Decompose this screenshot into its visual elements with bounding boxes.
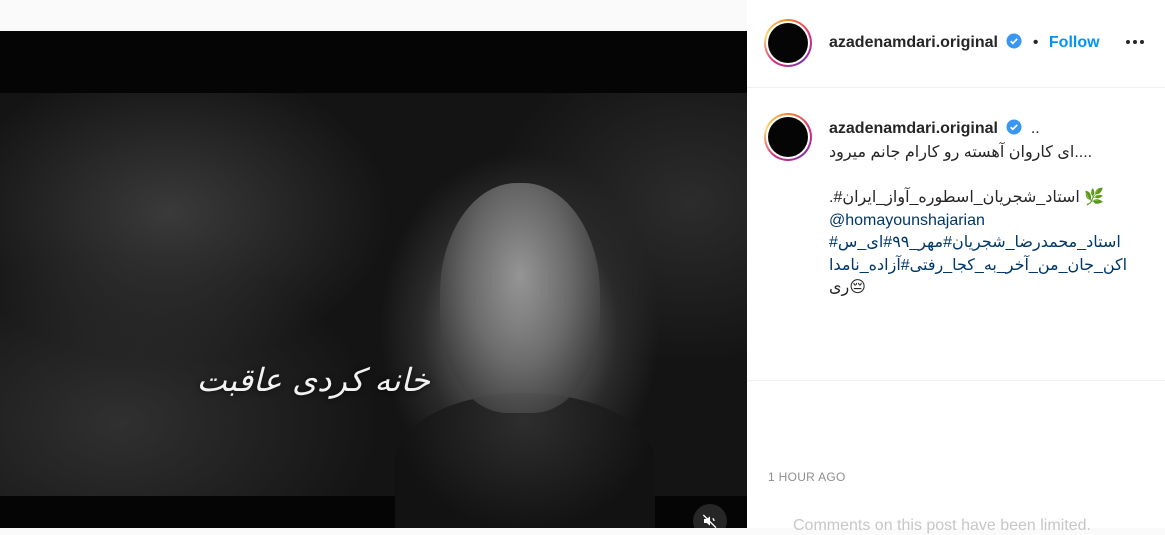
caption-avatar[interactable] [764, 113, 812, 161]
verified-badge-icon [1006, 119, 1022, 140]
media-column: خانه کردی عاقبت [0, 0, 747, 528]
header-username[interactable]: azadenamdari.original [829, 34, 998, 51]
header-user-line: azadenamdari.original • Follow [829, 33, 1100, 54]
muted-speaker-icon [702, 514, 717, 528]
more-options-icon[interactable] [1123, 32, 1147, 52]
avatar[interactable] [764, 19, 812, 67]
follow-button[interactable]: Follow [1049, 34, 1100, 51]
caption-avatar-image [768, 117, 808, 157]
caption-username[interactable]: azadenamdari.original [829, 120, 998, 137]
video-frame: خانه کردی عاقبت [0, 93, 747, 528]
video-figure-head [440, 183, 600, 413]
video-overlay-text: خانه کردی عاقبت [196, 361, 430, 399]
caption-section: azadenamdari.original .. ....ای کاروان آ… [747, 88, 1165, 381]
comments-limited-notice: Comments on this post have been limited. [793, 517, 1091, 534]
avatar-image [768, 23, 808, 63]
post-video[interactable]: خانه کردی عاقبت [0, 31, 747, 528]
video-figure-body [395, 393, 655, 528]
caption-line: 😔ری [829, 279, 866, 296]
caption-line-blank [829, 165, 1129, 188]
post-sidebar: azadenamdari.original • Follow azadenamd… [747, 0, 1165, 534]
separator-dot: • [1032, 34, 1039, 51]
caption-hashtags[interactable]: اکن_جان_من_آخر_به_کجا_رفتی#آزاده_نامدا [829, 255, 1129, 278]
caption-line: 🌿 استاد_شجریان_اسطوره_آواز_ایران#. [829, 189, 1105, 206]
caption-hashtags[interactable]: استاد_محمدرضا_شجریان#مهر_۹۹#ای_س# [829, 232, 1129, 255]
post-timestamp[interactable]: 1 HOUR AGO [768, 470, 846, 484]
post-header: azadenamdari.original • Follow [747, 0, 1165, 88]
caption-line: ....ای کاروان آهسته رو کارام جانم میرود [829, 144, 1093, 161]
caption-mention-link[interactable]: @homayounshajarian [829, 210, 1129, 233]
caption-text: ....ای کاروان آهسته رو کارام جانم میرود … [829, 142, 1129, 300]
verified-badge-icon [1006, 33, 1022, 54]
mute-button[interactable] [693, 504, 727, 528]
caption-user-line: azadenamdari.original .. [829, 119, 1040, 140]
